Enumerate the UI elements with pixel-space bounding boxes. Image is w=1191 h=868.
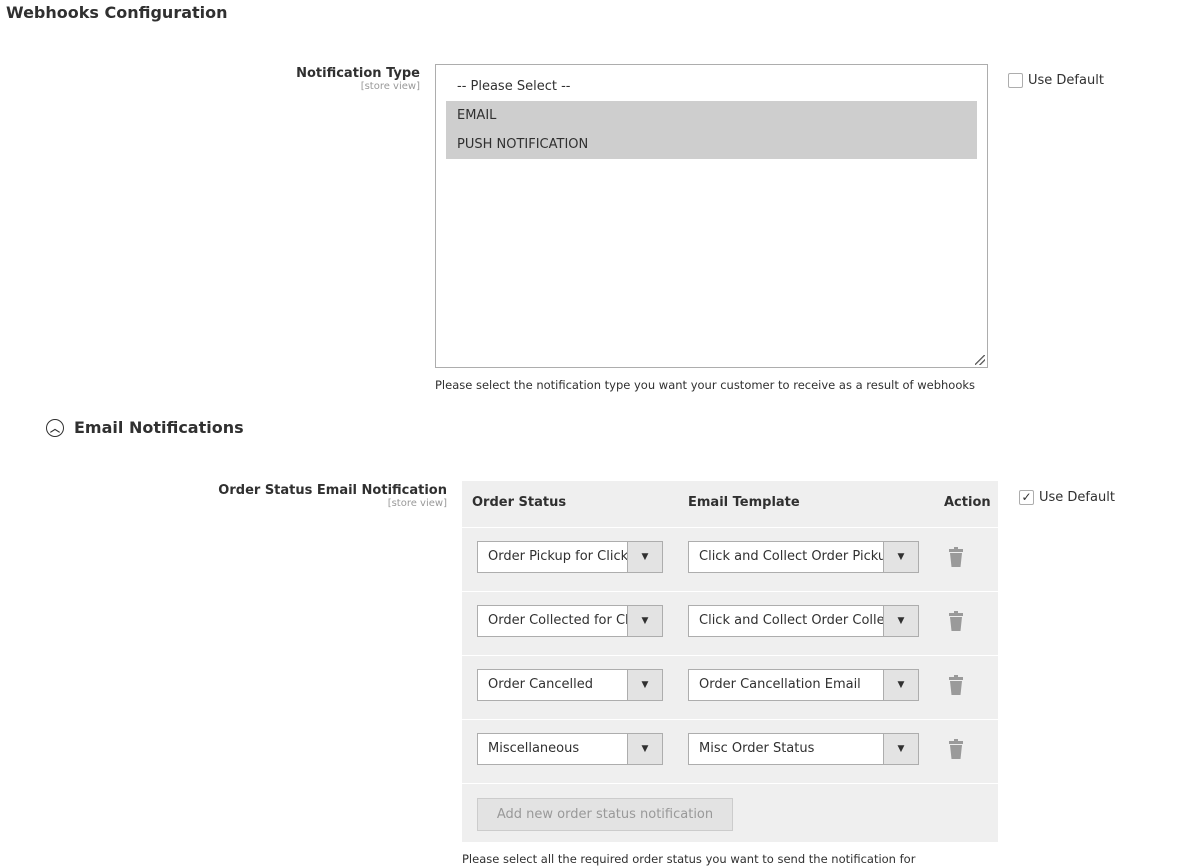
option-please-select[interactable]: -- Please Select -- (446, 72, 977, 101)
header-email-template: Email Template (688, 495, 800, 510)
dropdown-arrow-icon[interactable]: ▼ (883, 542, 918, 572)
add-order-status-button[interactable]: Add new order status notification (477, 798, 733, 831)
use-default-label: Use Default (1028, 73, 1104, 88)
select-value: Click and Collect Order Collected (699, 613, 883, 628)
header-action: Action (944, 495, 991, 510)
email-template-select[interactable]: Click and Collect Order Collected▼ (688, 605, 919, 637)
table-row: Order Cancelled ▼ Order Cancellation Emai… (462, 655, 998, 719)
checkbox-checked[interactable]: ✓ (1019, 490, 1034, 505)
email-template-select[interactable]: Misc Order Status ▼ (688, 733, 919, 765)
dropdown-arrow-icon[interactable]: ▼ (883, 606, 918, 636)
order-status-select[interactable]: Miscellaneous ▼ (477, 733, 663, 765)
order-status-select[interactable]: Order Pickup for Click and Collect▼ (477, 541, 663, 573)
select-value: Order Pickup for Click and Collect (488, 549, 627, 564)
option-push-notification[interactable]: PUSH NOTIFICATION (446, 130, 977, 159)
select-value: Order Cancelled (488, 677, 593, 692)
notification-type-label: Notification Type [store view] (296, 66, 420, 92)
email-notifications-toggle[interactable]: ︿ Email Notifications (46, 418, 244, 437)
chevron-up-circle-icon: ︿ (46, 418, 64, 437)
select-value: Click and Collect Order Pickup (699, 549, 883, 564)
dropdown-arrow-icon[interactable]: ▼ (627, 606, 662, 636)
label-text: Order Status Email Notification (218, 483, 447, 498)
scope-text: [store view] (360, 81, 420, 92)
use-default-checkbox-order-status[interactable]: ✓ Use Default (1019, 490, 1115, 505)
order-status-select[interactable]: Order Collected for Click and Collect▼ (477, 605, 663, 637)
dropdown-arrow-icon[interactable]: ▼ (883, 670, 918, 700)
header-order-status: Order Status (472, 495, 567, 510)
trash-icon[interactable] (949, 547, 963, 567)
dropdown-arrow-icon[interactable]: ▼ (627, 734, 662, 764)
dropdown-arrow-icon[interactable]: ▼ (883, 734, 918, 764)
use-default-checkbox-notification-type[interactable]: Use Default (1008, 73, 1104, 88)
section-heading: Email Notifications (74, 418, 244, 437)
order-status-table: Order Status Email Template Action Order… (462, 481, 998, 842)
section-title: Webhooks Configuration (6, 3, 228, 22)
option-email[interactable]: EMAIL (446, 101, 977, 130)
table-row: Order Collected for Click and Collect▼ C… (462, 591, 998, 655)
use-default-label: Use Default (1039, 490, 1115, 505)
order-status-select[interactable]: Order Cancelled ▼ (477, 669, 663, 701)
dropdown-arrow-icon[interactable]: ▼ (627, 542, 662, 572)
select-value: Order Collected for Click and Collect (488, 613, 627, 628)
resize-handle-icon[interactable] (975, 355, 985, 365)
select-value: Order Cancellation Email (699, 677, 861, 692)
notification-type-multiselect[interactable]: -- Please Select -- EMAIL PUSH NOTIFICAT… (435, 64, 988, 368)
dropdown-arrow-icon[interactable]: ▼ (627, 670, 662, 700)
checkbox[interactable] (1008, 73, 1023, 88)
notification-type-hint: Please select the notification type you … (435, 378, 976, 392)
email-template-select[interactable]: Order Cancellation Email ▼ (688, 669, 919, 701)
trash-icon[interactable] (949, 675, 963, 695)
label-text: Notification Type (296, 66, 420, 81)
table-row: Order Pickup for Click and Collect▼ Clic… (462, 527, 998, 591)
select-value: Miscellaneous (488, 741, 580, 756)
order-status-hint: Please select all the required order sta… (462, 852, 916, 866)
table-footer: Add new order status notification (462, 783, 998, 842)
select-value: Misc Order Status (699, 741, 815, 756)
table-row: Miscellaneous ▼ Misc Order Status ▼ (462, 719, 998, 783)
email-template-select[interactable]: Click and Collect Order Pickup ▼ (688, 541, 919, 573)
trash-icon[interactable] (949, 739, 963, 759)
order-status-label: Order Status Email Notification [store vi… (218, 483, 447, 509)
trash-icon[interactable] (949, 611, 963, 631)
scope-text: [store view] (387, 498, 447, 509)
